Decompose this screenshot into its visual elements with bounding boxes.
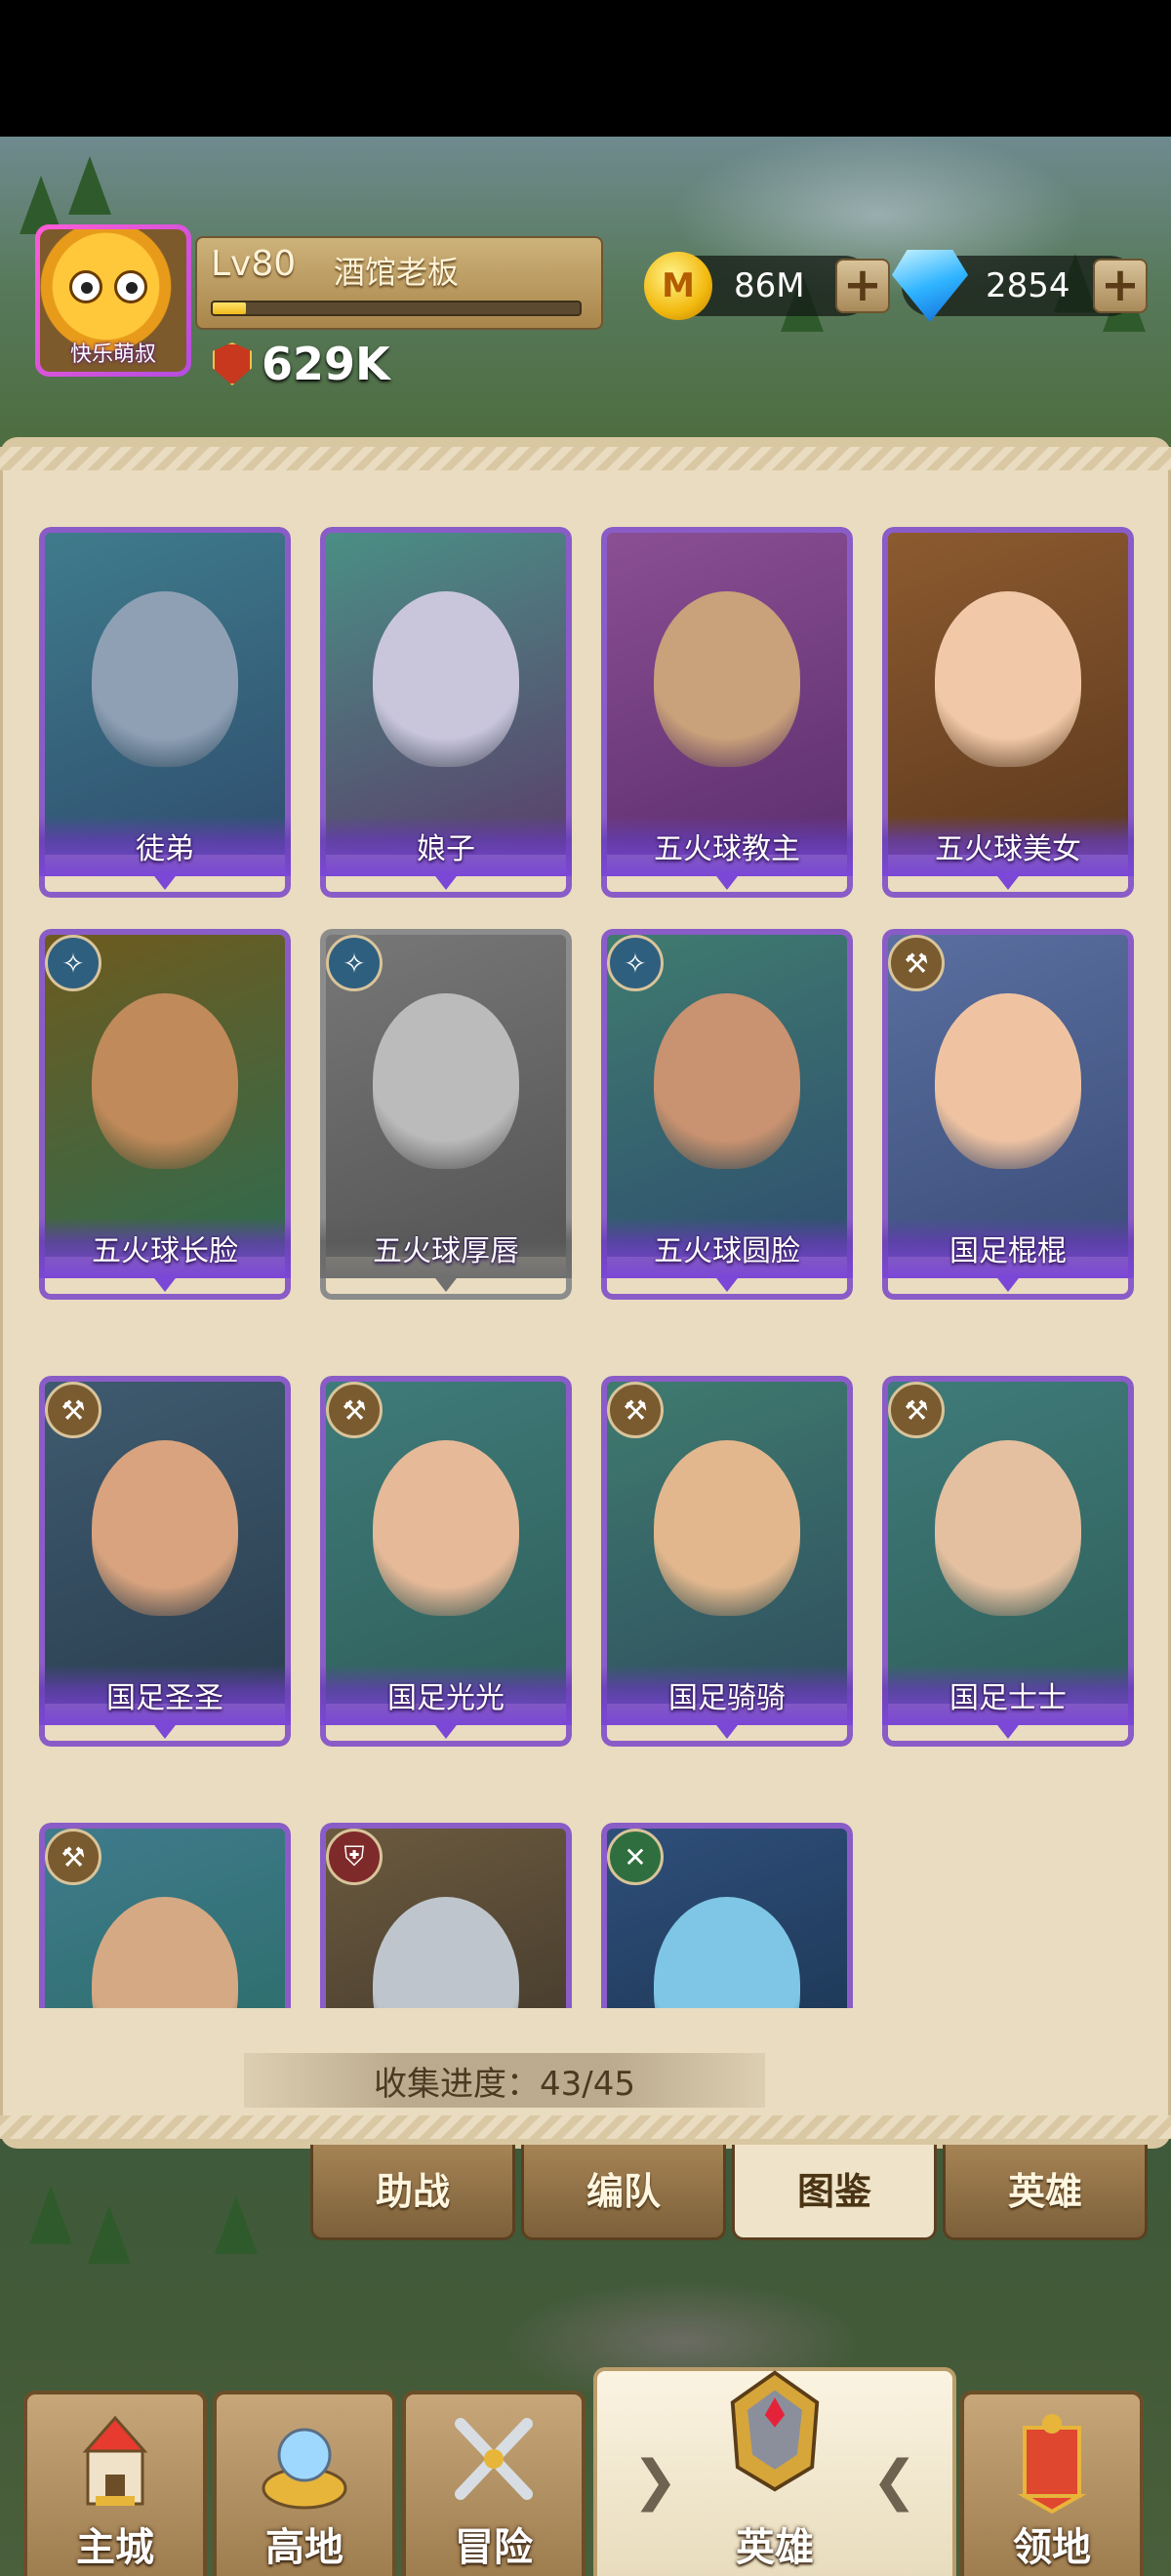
- hero-card[interactable]: 五火球美女: [882, 527, 1134, 898]
- mage-staff-icon: ✧: [607, 935, 664, 991]
- level-plate: Lv80 酒馆老板: [195, 236, 603, 330]
- castle-icon: [82, 2415, 148, 2506]
- panel-border-pattern: [0, 2115, 1171, 2139]
- warrior-axe-icon: ⚒: [45, 1382, 101, 1438]
- chevron-right-icon: ❯: [632, 2449, 678, 2513]
- gold-coin-icon: M: [644, 252, 712, 320]
- gold-value: 86M: [734, 266, 805, 305]
- nav-main-city[interactable]: 主城: [23, 2391, 207, 2576]
- exp-bar-fill: [213, 302, 246, 314]
- warrior-axe-icon: ⚒: [888, 935, 945, 991]
- nav-adventure[interactable]: 冒险: [402, 2391, 586, 2576]
- hero-card[interactable]: 徒弟: [39, 527, 291, 898]
- hero-name: 国足骑骑: [601, 1665, 853, 1725]
- nav-heroes[interactable]: ❯ ❮ 英雄: [593, 2367, 956, 2576]
- tree: [88, 2205, 131, 2264]
- hero-name: 五火球长脸: [39, 1218, 291, 1278]
- mage-staff-icon: ✧: [45, 935, 101, 991]
- shield-power-icon: [213, 342, 252, 385]
- gold-currency: M 86M +: [644, 252, 890, 320]
- bottom-nav: 主城 高地 冒险 ❯ ❮ 英雄 领地: [0, 2367, 1171, 2576]
- hero-card[interactable]: ✧ 五火球长脸: [39, 929, 291, 1300]
- highland-icon: [262, 2428, 347, 2510]
- avatar-name: 快乐萌叔: [69, 342, 156, 367]
- warrior-axe-icon: ⚒: [45, 1829, 101, 1885]
- hero-subtabs: 助战 编队 图鉴 英雄: [310, 2145, 1148, 2240]
- player-avatar[interactable]: 快乐萌叔: [35, 224, 191, 377]
- warrior-axe-icon: ⚒: [607, 1382, 664, 1438]
- avatar-portrait: 快乐萌叔: [40, 229, 186, 372]
- gem-currency: 2854 +: [892, 250, 1148, 322]
- tree: [68, 156, 111, 215]
- hero-card[interactable]: ✕: [601, 1823, 853, 2008]
- exp-bar: [211, 301, 582, 316]
- player-title: 酒馆老板: [334, 254, 460, 291]
- hero-name: 国足圣圣: [39, 1665, 291, 1725]
- hero-name: 五火球厚唇: [320, 1218, 572, 1278]
- tab-codex[interactable]: 图鉴: [732, 2145, 937, 2240]
- hero-card[interactable]: 娘子: [320, 527, 572, 898]
- mage-staff-icon: ✧: [326, 935, 383, 991]
- nav-label: 冒险: [455, 2525, 533, 2570]
- avatar-eye: [114, 270, 147, 303]
- hero-helmet-icon: [730, 2370, 820, 2492]
- hero-card[interactable]: ✧ 五火球圆脸: [601, 929, 853, 1300]
- tree: [29, 2186, 72, 2244]
- panel-border-pattern: [0, 447, 1171, 470]
- hero-card[interactable]: ⚒ 国足骑骑: [601, 1376, 853, 1747]
- hero-name: 五火球美女: [882, 816, 1134, 876]
- hero-card[interactable]: 五火球教主: [601, 527, 853, 898]
- nav-label: 高地: [265, 2525, 343, 2570]
- power-display: 629K: [213, 338, 390, 390]
- player-level: Lv80: [211, 244, 297, 284]
- warrior-axe-icon: ⚒: [888, 1382, 945, 1438]
- hero-card[interactable]: ⚒: [39, 1823, 291, 2008]
- hero-card[interactable]: ⚒ 国足棍棍: [882, 929, 1134, 1300]
- hero-card[interactable]: ⚒ 国足士士: [882, 1376, 1134, 1747]
- add-gem-button[interactable]: +: [1093, 259, 1148, 313]
- gem-value: 2854: [986, 266, 1070, 305]
- nav-label: 主城: [76, 2525, 154, 2570]
- hero-card[interactable]: ⚒ 国足光光: [320, 1376, 572, 1747]
- hero-card[interactable]: ✧ 五火球厚唇: [320, 929, 572, 1300]
- tree: [215, 2195, 258, 2254]
- nav-label: 英雄: [736, 2525, 814, 2570]
- hero-name: 国足士士: [882, 1665, 1134, 1725]
- hero-name: 娘子: [320, 816, 572, 876]
- support-cross-icon: ✕: [607, 1829, 664, 1885]
- add-gold-button[interactable]: +: [835, 259, 890, 313]
- tab-assist[interactable]: 助战: [310, 2145, 515, 2240]
- tank-shield-icon: ⛨: [326, 1829, 383, 1885]
- chevron-left-icon: ❮: [871, 2449, 917, 2513]
- hero-name: 五火球教主: [601, 816, 853, 876]
- collection-progress: 收集进度：43/45: [244, 2053, 765, 2108]
- hero-name: 国足棍棍: [882, 1218, 1134, 1278]
- nav-territory[interactable]: 领地: [960, 2391, 1144, 2576]
- hero-card[interactable]: ⛨: [320, 1823, 572, 2008]
- nav-label: 领地: [1013, 2525, 1091, 2570]
- nav-highland[interactable]: 高地: [213, 2391, 396, 2576]
- hero-name: 国足光光: [320, 1665, 572, 1725]
- power-value: 629K: [262, 338, 390, 390]
- warrior-axe-icon: ⚒: [326, 1382, 383, 1438]
- territory-banner-icon: [1017, 2414, 1087, 2515]
- hero-card[interactable]: ⚒ 国足圣圣: [39, 1376, 291, 1747]
- avatar-eye: [69, 270, 102, 303]
- hero-name: 五火球圆脸: [601, 1218, 853, 1278]
- tab-formation[interactable]: 编队: [521, 2145, 726, 2240]
- hero-name: 徒弟: [39, 816, 291, 876]
- tab-heroes[interactable]: 英雄: [943, 2145, 1148, 2240]
- crossed-swords-icon: [455, 2418, 533, 2500]
